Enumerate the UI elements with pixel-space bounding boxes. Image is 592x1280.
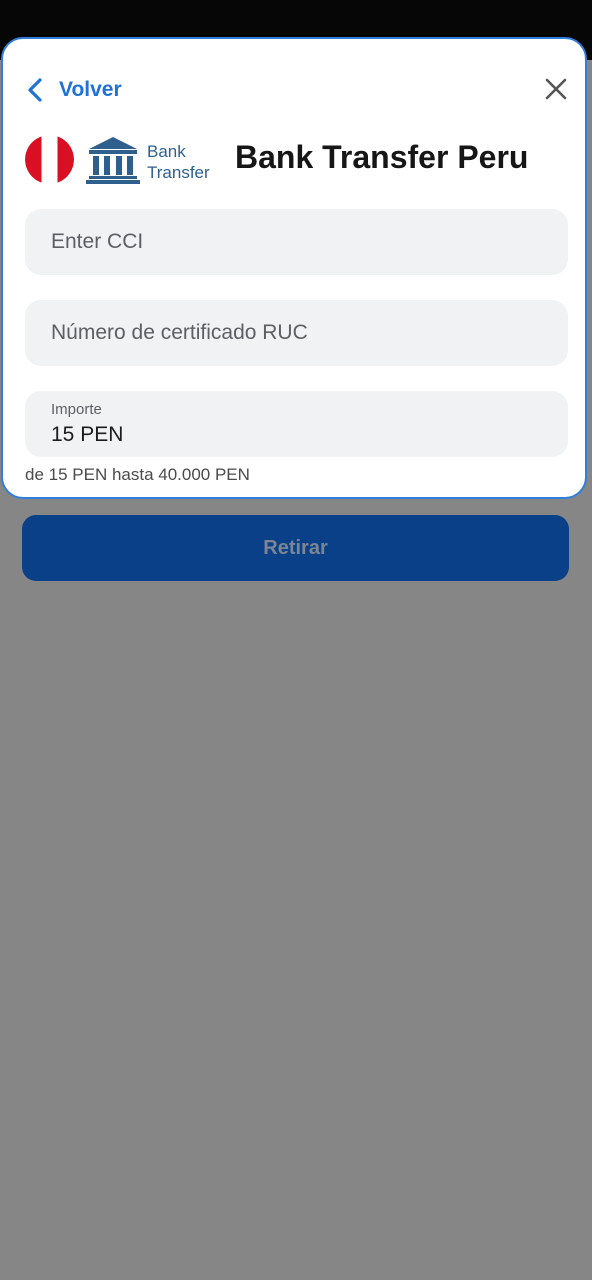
amount-label: Importe — [51, 401, 102, 418]
close-icon[interactable] — [544, 77, 568, 101]
amount-range-hint: de 15 PEN hasta 40.000 PEN — [25, 465, 250, 484]
provider-header: Bank Transfer Bank Transfer Peru — [25, 135, 565, 187]
amount-field[interactable]: Importe 15 PEN — [25, 391, 568, 457]
peru-flag-icon — [25, 135, 74, 184]
cci-input[interactable] — [25, 209, 568, 275]
withdraw-button[interactable]: Retirar — [22, 515, 569, 581]
chevron-left-icon — [28, 78, 42, 102]
back-button[interactable]: Volver — [25, 75, 122, 105]
bank-building-icon — [86, 137, 140, 184]
cci-field[interactable] — [25, 209, 568, 275]
withdraw-sheet: Volver Bank Transfer Bank Transfer Peru … — [1, 37, 587, 499]
logo-line-1: Bank — [147, 142, 186, 161]
ruc-input[interactable] — [25, 300, 568, 366]
back-button-label: Volver — [59, 78, 122, 101]
logo-line-2: Transfer — [147, 163, 210, 182]
provider-title: Bank Transfer Peru — [235, 139, 529, 175]
ruc-field[interactable] — [25, 300, 568, 366]
bank-transfer-logo-text: Bank Transfer — [147, 141, 210, 183]
amount-input[interactable]: 15 PEN — [51, 423, 123, 447]
